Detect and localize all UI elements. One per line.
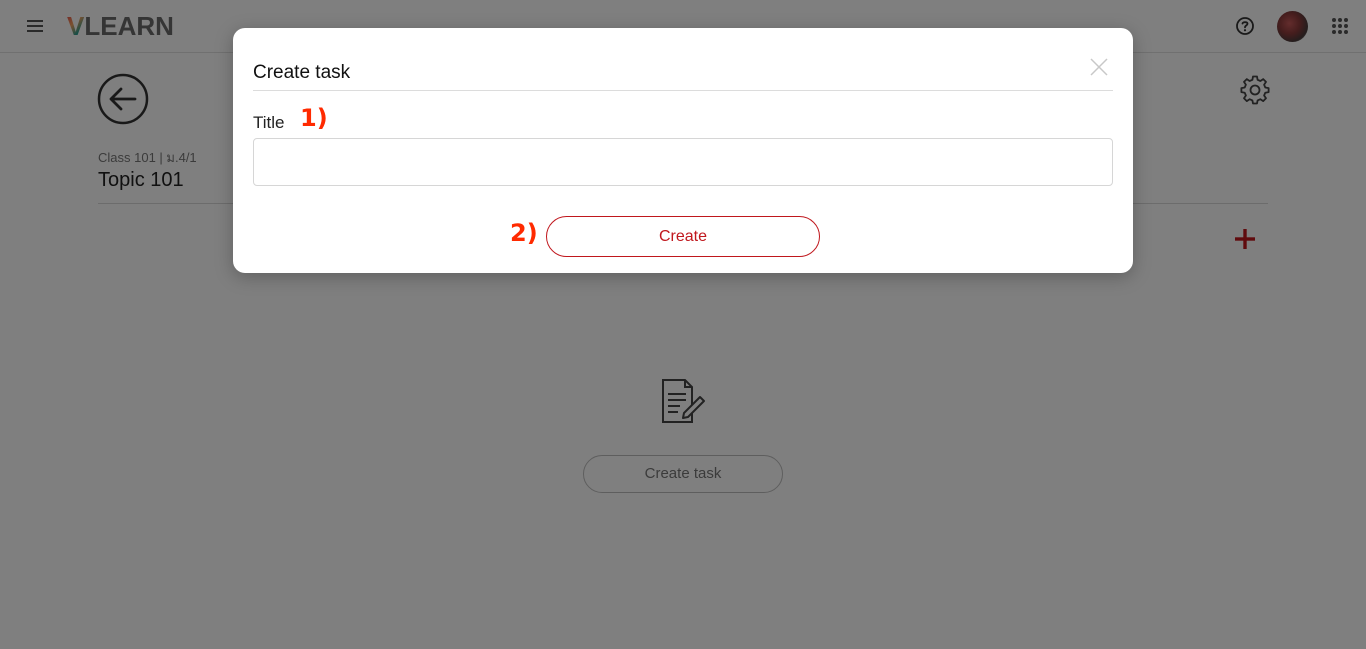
modal-title: Create task [253,62,351,83]
create-button[interactable]: Create [546,216,820,257]
title-input[interactable] [253,138,1113,186]
title-field-label: Title [253,113,285,132]
close-icon[interactable] [1089,57,1109,77]
modal-divider [253,90,1113,91]
step-annotation-2: 2) [510,219,538,247]
create-task-modal: Create task Title 1) 2) Create [233,28,1133,273]
app-root: VLEARN Class 101 | ม.4/1 Topic 101 [0,0,1366,649]
step-annotation-1: 1) [300,104,328,132]
